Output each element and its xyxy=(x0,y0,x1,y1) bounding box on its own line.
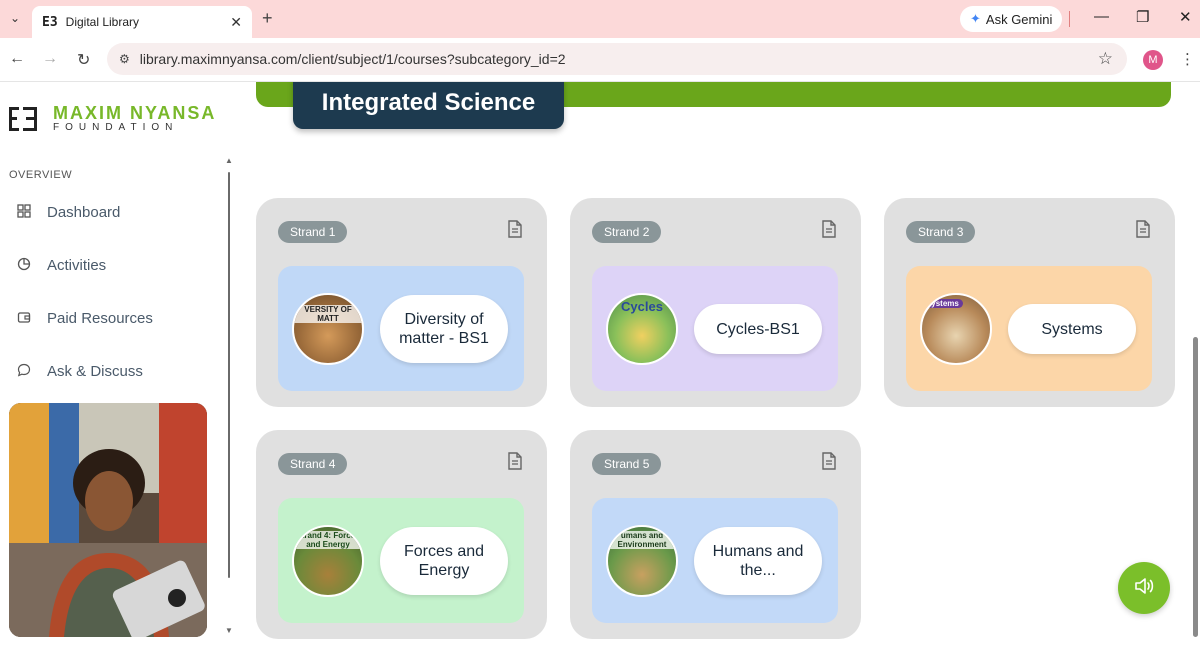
window-close-icon[interactable]: ✕ xyxy=(1179,8,1192,26)
strand-inner-panel[interactable]: Cycles Cycles-BS1 xyxy=(592,266,838,391)
sidebar-scrollbar[interactable]: ▲ ▼ xyxy=(224,156,234,638)
strand-inner-panel[interactable]: umans and Environment Humans and the... xyxy=(592,498,838,623)
scroll-down-arrow-icon[interactable]: ▼ xyxy=(224,626,234,635)
sidebar-item-dashboard[interactable]: Dashboard xyxy=(15,204,120,221)
strand-badge: Strand 1 xyxy=(278,221,348,243)
brand-subtitle: FOUNDATION xyxy=(53,122,179,133)
reload-icon[interactable]: ↻ xyxy=(77,50,90,70)
strand-card-4[interactable]: Strand 4 Strand 4: Forces and Energy For… xyxy=(256,430,547,639)
url-text[interactable]: library.maximnyansa.com/client/subject/1… xyxy=(140,51,1098,67)
tab-search-button[interactable]: ⌄ xyxy=(4,7,26,29)
browser-tab-bar: ⌄ E3 Digital Library ✕ + ✦ Ask Gemini — … xyxy=(0,0,1200,38)
strand-thumbnail-image: VERSITY OF MATT xyxy=(292,293,364,365)
speaker-button[interactable] xyxy=(1118,562,1170,614)
brand-name: MAXIM NYANSA xyxy=(53,103,217,123)
sidebar-item-paid-resources[interactable]: Paid Resources xyxy=(15,310,153,327)
forward-icon[interactable]: → xyxy=(42,50,58,68)
sidebar-scroll-thumb[interactable] xyxy=(226,170,232,580)
strand-card-1[interactable]: Strand 1 VERSITY OF MATT Diversity of ma… xyxy=(256,198,547,407)
sidebar-item-label: Ask & Discuss xyxy=(47,363,143,380)
restore-icon[interactable]: ❐ xyxy=(1136,8,1149,26)
back-icon[interactable]: ← xyxy=(9,50,25,68)
pie-chart-icon xyxy=(15,257,33,274)
thumbnail-caption: umans and Environment xyxy=(608,531,676,549)
sidebar-item-ask-discuss[interactable]: Ask & Discuss xyxy=(15,363,143,380)
chat-bubble-icon xyxy=(15,363,33,380)
ask-gemini-button[interactable]: ✦ Ask Gemini xyxy=(960,6,1063,32)
strand-card-5[interactable]: Strand 5 umans and Environment Humans an… xyxy=(570,430,861,639)
strand-badge: Strand 5 xyxy=(592,453,662,475)
logo-mark-icon xyxy=(9,107,41,131)
bookmark-star-icon[interactable]: ☆ xyxy=(1098,49,1113,69)
main-content: Integrated Science Strand 1 VERSITY OF M… xyxy=(237,82,1200,647)
strand-name[interactable]: Humans and the... xyxy=(694,527,822,595)
address-bar-row: ← → ↻ ⚙ library.maximnyansa.com/client/s… xyxy=(0,38,1200,82)
tab-favicon: E3 xyxy=(42,14,58,30)
scroll-up-arrow-icon[interactable]: ▲ xyxy=(224,156,234,165)
promo-student-image xyxy=(9,403,207,637)
strand-card-2[interactable]: Strand 2 Cycles Cycles-BS1 xyxy=(570,198,861,407)
new-tab-button[interactable]: + xyxy=(262,8,273,29)
ask-gemini-label: Ask Gemini xyxy=(985,11,1053,27)
gemini-sparkle-icon: ✦ xyxy=(970,11,981,26)
tab-bar-divider xyxy=(1069,11,1070,27)
sidebar: MAXIM NYANSA FOUNDATION OVERVIEW Dashboa… xyxy=(0,82,237,647)
thumbnail-caption: VERSITY OF MATT xyxy=(294,305,362,323)
strand-name[interactable]: Diversity of matter - BS1 xyxy=(380,295,508,363)
speaker-icon xyxy=(1133,575,1155,602)
site-info-icon[interactable]: ⚙ xyxy=(119,52,130,66)
document-icon[interactable] xyxy=(821,452,837,475)
wallet-icon xyxy=(15,310,33,327)
grid-icon xyxy=(15,204,33,221)
strand-card-3[interactable]: Strand 3 Systems Systems xyxy=(884,198,1175,407)
sidebar-item-label: Dashboard xyxy=(47,204,121,221)
browser-tab[interactable]: E3 Digital Library ✕ xyxy=(32,6,252,38)
browser-menu-icon[interactable]: ⋮ xyxy=(1180,50,1195,68)
profile-avatar[interactable]: M xyxy=(1143,50,1163,70)
tab-title: Digital Library xyxy=(65,15,140,29)
subject-title: Integrated Science xyxy=(293,82,564,129)
strand-name[interactable]: Forces and Energy xyxy=(380,527,508,595)
sidebar-item-label: Paid Resources xyxy=(47,310,153,327)
strand-inner-panel[interactable]: Strand 4: Forces and Energy Forces and E… xyxy=(278,498,524,623)
thumbnail-caption: Strand 4: Forces and Energy xyxy=(294,531,362,549)
strand-inner-panel[interactable]: Systems Systems xyxy=(906,266,1152,391)
brand-logo[interactable]: MAXIM NYANSA FOUNDATION xyxy=(9,104,216,134)
close-tab-icon[interactable]: ✕ xyxy=(230,14,242,31)
sidebar-item-activities[interactable]: Activities xyxy=(15,257,106,274)
strand-inner-panel[interactable]: VERSITY OF MATT Diversity of matter - BS… xyxy=(278,266,524,391)
strand-thumbnail-image: umans and Environment xyxy=(606,525,678,597)
thumbnail-caption: Systems xyxy=(922,299,963,308)
overview-heading: OVERVIEW xyxy=(9,169,73,181)
document-icon[interactable] xyxy=(821,220,837,243)
strand-thumbnail-image: Systems xyxy=(920,293,992,365)
document-icon[interactable] xyxy=(1135,220,1151,243)
omnibox[interactable]: ⚙ library.maximnyansa.com/client/subject… xyxy=(107,43,1127,75)
main-scroll-thumb[interactable] xyxy=(1193,337,1198,637)
strand-badge: Strand 3 xyxy=(906,221,976,243)
document-icon[interactable] xyxy=(507,452,523,475)
strand-name[interactable]: Cycles-BS1 xyxy=(694,304,822,354)
thumbnail-caption: Cycles xyxy=(621,299,663,314)
strand-thumbnail-image: Cycles xyxy=(606,293,678,365)
strand-badge: Strand 2 xyxy=(592,221,662,243)
main-scrollbar[interactable] xyxy=(1192,82,1200,647)
strand-thumbnail-image: Strand 4: Forces and Energy xyxy=(292,525,364,597)
strand-badge: Strand 4 xyxy=(278,453,348,475)
minimize-icon[interactable]: — xyxy=(1094,8,1109,25)
strand-name[interactable]: Systems xyxy=(1008,304,1136,354)
sidebar-item-label: Activities xyxy=(47,257,107,274)
document-icon[interactable] xyxy=(507,220,523,243)
